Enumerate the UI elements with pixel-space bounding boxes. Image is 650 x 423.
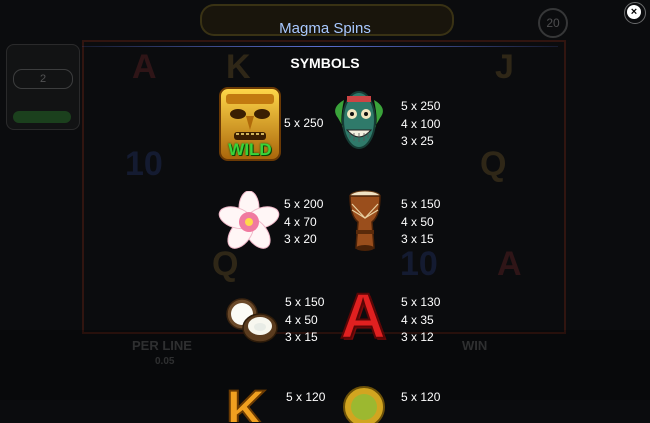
pay-line: 3 x 15 <box>285 330 318 344</box>
pay-line: 4 x 70 <box>284 214 317 229</box>
left-panel-value: 2 <box>13 69 73 89</box>
left-panel-bar <box>13 111 71 123</box>
pay-line: 5 x 150 <box>285 295 325 309</box>
pay-line: 5 x 200 <box>284 197 324 211</box>
pay-line: 3 x 20 <box>284 232 317 246</box>
bg-reel-letter: 10 <box>125 145 163 183</box>
close-ring <box>624 2 646 24</box>
pay-line: 5 x 150 <box>401 197 441 211</box>
pay-line: 5 x 250 <box>401 99 441 113</box>
tribal-drum-icon <box>348 190 382 252</box>
symbols-heading: SYMBOLS <box>290 55 360 71</box>
pay-line: 3 x 25 <box>401 134 434 148</box>
letter-a-glyph: A <box>339 280 387 352</box>
letter-a-paytable: 5 x 130 4 x 35 3 x 12 <box>401 294 440 347</box>
pay-line: 4 x 50 <box>285 312 318 327</box>
flower-paytable: 5 x 200 4 x 70 3 x 20 <box>284 196 323 249</box>
pay-line: 4 x 100 <box>401 116 441 131</box>
letter-k-icon: K <box>226 382 270 422</box>
per-line-label: PER LINE <box>132 338 192 353</box>
green-tiki-mask-icon <box>334 88 384 154</box>
per-line-value: 0.05 <box>155 356 175 367</box>
pay-line: 5 x 250 <box>284 116 324 130</box>
pay-line: 5 x 120 <box>401 390 441 404</box>
pay-line: 3 x 12 <box>401 330 434 344</box>
coconut-icon <box>224 294 280 346</box>
close-button[interactable]: × <box>624 2 646 24</box>
coconut-paytable: 5 x 150 4 x 50 3 x 15 <box>285 294 324 347</box>
page-title: Magma Spins <box>279 20 371 37</box>
win-label: WIN <box>462 338 488 353</box>
wild-tiki-icon: WILD <box>218 86 282 162</box>
letter-k-glyph: K <box>226 382 267 422</box>
gold-coin-paytable: 5 x 120 <box>401 389 440 407</box>
title-divider <box>82 46 558 47</box>
hibiscus-flower-icon <box>218 191 280 253</box>
drum-paytable: 5 x 150 4 x 50 3 x 15 <box>401 196 440 249</box>
bg-reel-letter: A <box>497 245 522 283</box>
pay-line: 5 x 130 <box>401 295 441 309</box>
pay-line: 4 x 35 <box>401 312 434 327</box>
gold-coin-icon <box>342 383 386 423</box>
letter-k-paytable: 5 x 120 <box>286 389 325 407</box>
bg-reel-letter: 10 <box>400 245 438 283</box>
pay-line: 5 x 120 <box>286 390 326 404</box>
wild-paytable: 5 x 250 <box>284 115 323 133</box>
pay-line: 3 x 15 <box>401 232 434 246</box>
green-mask-paytable: 5 x 250 4 x 100 3 x 25 <box>401 98 440 151</box>
letter-a-icon: A <box>339 283 387 349</box>
bg-reel-letter: Q <box>480 145 507 183</box>
wild-label: WILD <box>228 140 272 159</box>
pay-line: 4 x 50 <box>401 214 434 229</box>
